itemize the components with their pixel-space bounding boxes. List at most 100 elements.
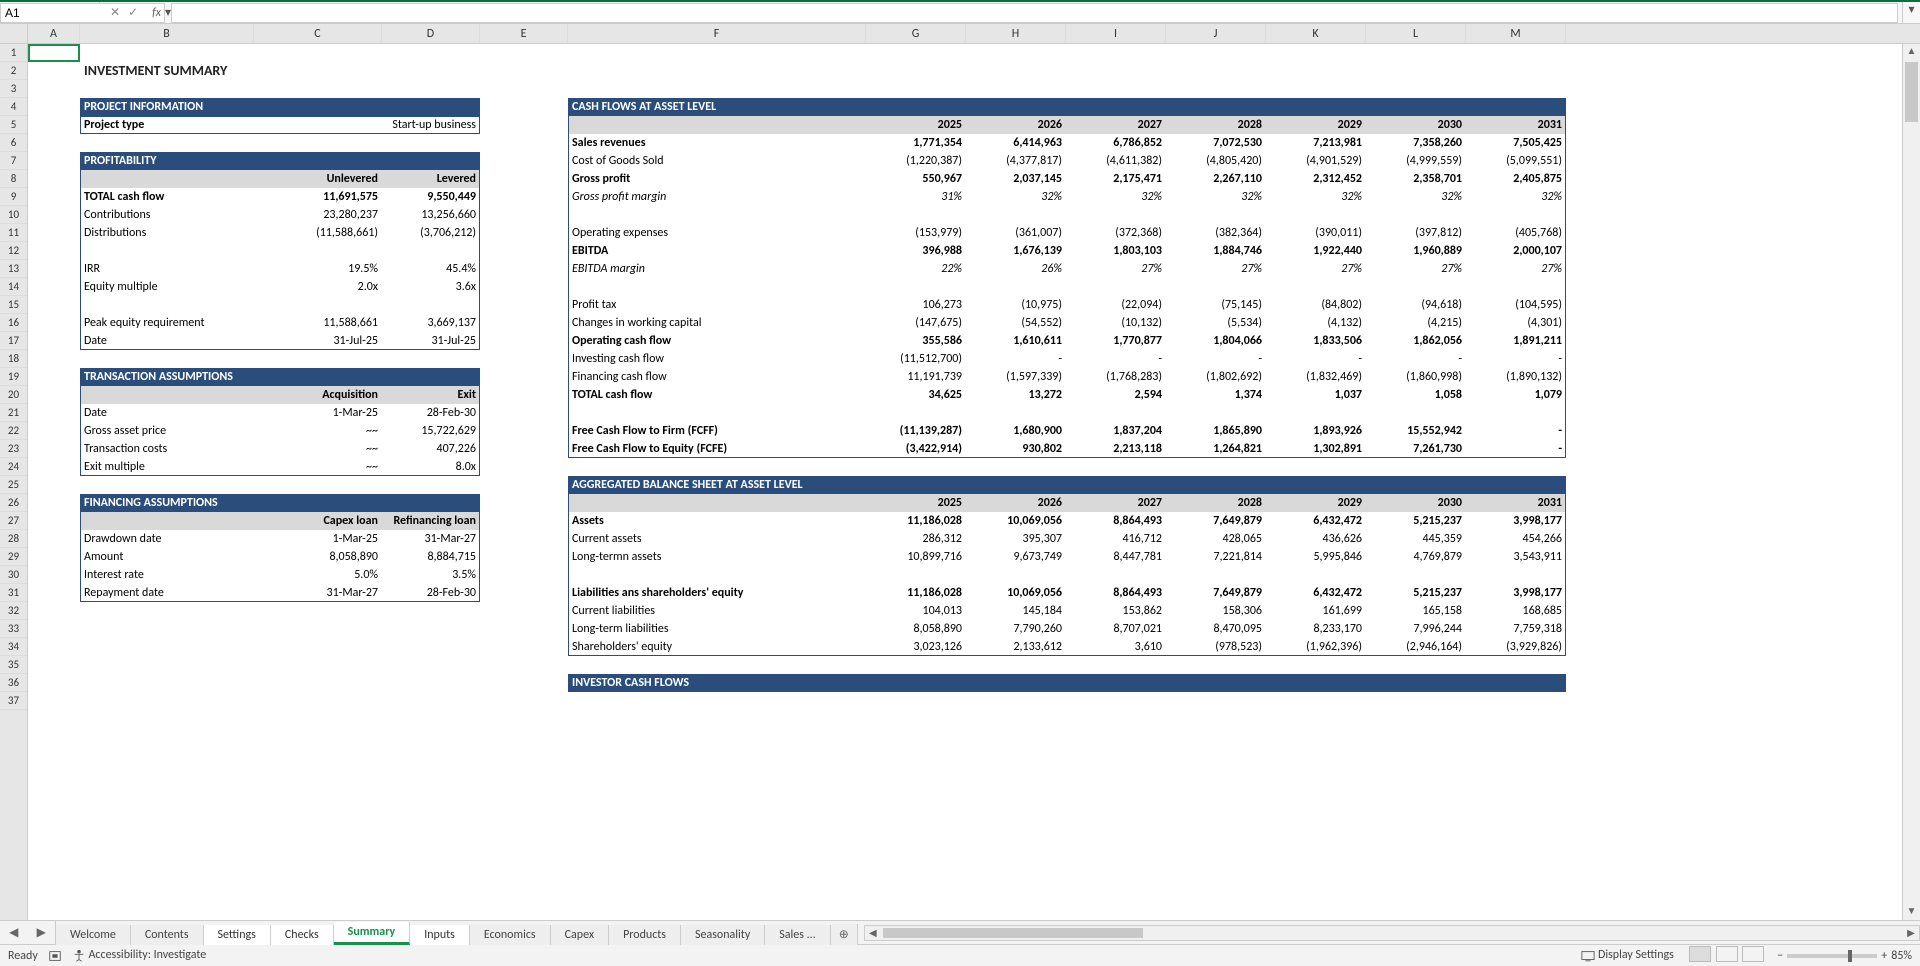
row-header-36[interactable]: 36 <box>0 674 27 692</box>
cell[interactable]: 27% <box>1066 260 1166 278</box>
row-header-9[interactable]: 9 <box>0 188 27 206</box>
cell[interactable]: 34,625 <box>866 386 966 404</box>
row-header-17[interactable]: 17 <box>0 332 27 350</box>
sheet-tab-capex[interactable]: Capex <box>551 925 609 945</box>
cell[interactable]: 1,676,139 <box>966 242 1066 260</box>
cell[interactable]: Amount <box>80 548 254 566</box>
new-sheet-button[interactable]: ⊕ <box>831 924 858 945</box>
sheet-tab-economics[interactable]: Economics <box>470 925 551 945</box>
cell[interactable]: Gross asset price <box>80 422 254 440</box>
cell[interactable]: 13,256,660 <box>382 206 480 224</box>
cells-area[interactable]: INVESTMENT SUMMARY PROJECT INFORMATION C… <box>28 44 1902 920</box>
cell[interactable]: Operating expenses <box>568 224 866 242</box>
cell[interactable]: (1,860,998) <box>1366 368 1466 386</box>
cell[interactable]: (5,099,551) <box>1466 152 1566 170</box>
tab-nav-next-icon[interactable]: ▶ <box>37 925 46 940</box>
cell[interactable]: 7,221,814 <box>1166 548 1266 566</box>
fx-icon[interactable]: fx <box>152 6 161 20</box>
select-all-corner[interactable] <box>0 24 28 44</box>
cell[interactable]: 6,432,472 <box>1266 584 1366 602</box>
cell[interactable]: 8,058,890 <box>866 620 966 638</box>
row-header-16[interactable]: 16 <box>0 314 27 332</box>
row-header-37[interactable]: 37 <box>0 692 27 710</box>
cell[interactable]: (4,132) <box>1266 314 1366 332</box>
cell[interactable]: 1,865,890 <box>1166 422 1266 440</box>
cell[interactable]: (390,011) <box>1266 224 1366 242</box>
column-header-M[interactable]: M <box>1466 24 1566 43</box>
cell[interactable] <box>382 242 480 260</box>
row-header-27[interactable]: 27 <box>0 512 27 530</box>
row-header-35[interactable]: 35 <box>0 656 27 674</box>
cell[interactable]: 165,158 <box>1366 602 1466 620</box>
cell[interactable]: - <box>1266 350 1366 368</box>
row-header-32[interactable]: 32 <box>0 602 27 620</box>
cell[interactable]: 8,864,493 <box>1066 584 1166 602</box>
display-settings-button[interactable]: Display Settings <box>1581 948 1674 962</box>
cell[interactable]: Contributions <box>80 206 254 224</box>
cell[interactable]: - <box>966 350 1066 368</box>
tab-nav-prev-icon[interactable]: ◀ <box>9 925 18 940</box>
cell[interactable]: 11,186,028 <box>866 512 966 530</box>
cell[interactable]: (5,534) <box>1166 314 1266 332</box>
cell[interactable]: 161,699 <box>1266 602 1366 620</box>
cell[interactable]: 445,359 <box>1366 530 1466 548</box>
scroll-right-arrow[interactable]: ▶ <box>1903 926 1919 939</box>
cell[interactable]: 1,610,611 <box>966 332 1066 350</box>
cell[interactable]: 11,691,575 <box>254 188 382 206</box>
row-header-33[interactable]: 33 <box>0 620 27 638</box>
column-header-B[interactable]: B <box>80 24 254 43</box>
cell[interactable]: Changes in working capital <box>568 314 866 332</box>
row-header-3[interactable]: 3 <box>0 80 27 98</box>
macro-recorder-icon[interactable] <box>48 948 62 962</box>
cell[interactable]: EBITDA margin <box>568 260 866 278</box>
cell[interactable]: 1,771,354 <box>866 134 966 152</box>
cell[interactable]: Start-up business <box>382 116 480 134</box>
cell[interactable]: EBITDA <box>568 242 866 260</box>
cell[interactable]: 2,037,145 <box>966 170 1066 188</box>
row-header-15[interactable]: 15 <box>0 296 27 314</box>
cell[interactable]: 8,058,890 <box>254 548 382 566</box>
cell[interactable]: 395,307 <box>966 530 1066 548</box>
cell[interactable]: 9,673,749 <box>966 548 1066 566</box>
cell[interactable]: 2,358,701 <box>1366 170 1466 188</box>
cell[interactable]: (1,220,387) <box>866 152 966 170</box>
cell[interactable]: Gross profit <box>568 170 866 188</box>
row-header-11[interactable]: 11 <box>0 224 27 242</box>
row-header-12[interactable]: 12 <box>0 242 27 260</box>
cell[interactable]: 8,884,715 <box>382 548 480 566</box>
cell[interactable]: Profit tax <box>568 296 866 314</box>
sheet-tab-sales-[interactable]: Sales ... <box>765 925 830 945</box>
cell[interactable]: Free Cash Flow to Firm (FCFF) <box>568 422 866 440</box>
cell[interactable]: 2,312,452 <box>1266 170 1366 188</box>
cell[interactable]: 22% <box>866 260 966 278</box>
sheet-tab-welcome[interactable]: Welcome <box>56 925 131 945</box>
cell[interactable]: (75,145) <box>1166 296 1266 314</box>
cell[interactable]: Gross profit margin <box>568 188 866 206</box>
zoom-in-button[interactable]: + <box>1881 949 1887 963</box>
cell[interactable]: Current assets <box>568 530 866 548</box>
cell[interactable]: (405,768) <box>1466 224 1566 242</box>
zoom-level[interactable]: 85% <box>1891 949 1912 963</box>
cell[interactable]: 436,626 <box>1266 530 1366 548</box>
sheet-tab-settings[interactable]: Settings <box>204 925 271 945</box>
cell[interactable]: Distributions <box>80 224 254 242</box>
row-header-28[interactable]: 28 <box>0 530 27 548</box>
scroll-left-arrow[interactable]: ◀ <box>865 926 881 939</box>
cell[interactable]: 153,862 <box>1066 602 1166 620</box>
cell[interactable]: Date <box>80 404 254 422</box>
cell[interactable]: (84,802) <box>1266 296 1366 314</box>
cell[interactable]: 1,922,440 <box>1266 242 1366 260</box>
page-layout-view-button[interactable] <box>1716 946 1738 962</box>
cell[interactable]: 8,233,170 <box>1266 620 1366 638</box>
cell[interactable]: 27% <box>1166 260 1266 278</box>
cell[interactable] <box>254 242 382 260</box>
column-header-C[interactable]: C <box>254 24 382 43</box>
cell[interactable]: (153,979) <box>866 224 966 242</box>
cell[interactable]: - <box>1366 350 1466 368</box>
cell[interactable]: Sales revenues <box>568 134 866 152</box>
cell[interactable]: (4,999,559) <box>1366 152 1466 170</box>
cell[interactable]: 8,707,021 <box>1066 620 1166 638</box>
column-header-F[interactable]: F <box>568 24 866 43</box>
row-header-10[interactable]: 10 <box>0 206 27 224</box>
cell[interactable]: ~~ <box>254 440 382 458</box>
